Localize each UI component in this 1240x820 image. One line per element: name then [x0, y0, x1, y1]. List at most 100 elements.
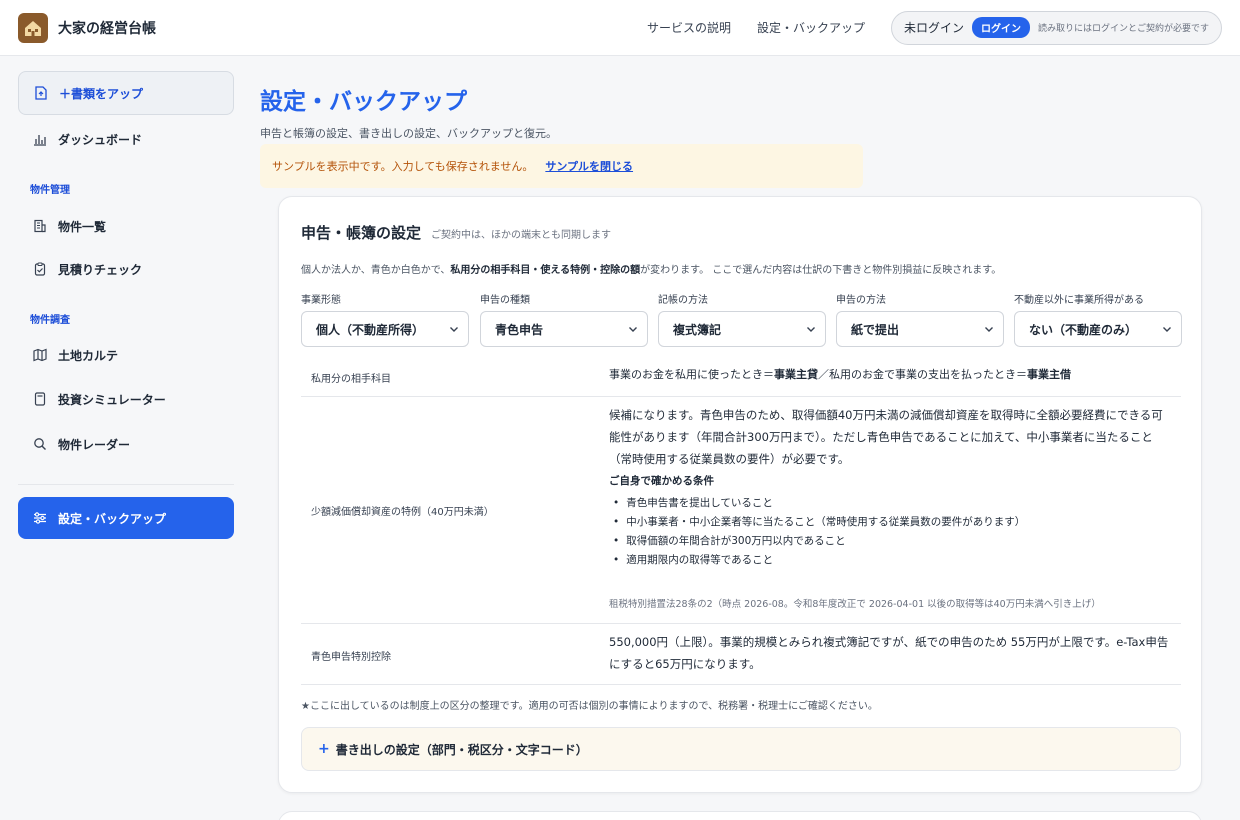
select-value: ない（不動産のみ） [1029, 322, 1138, 337]
row-label: 少額減価償却資産の特例（40万円未満） [311, 507, 494, 518]
chevron-down-icon [807, 327, 815, 332]
sidebar-item-radar[interactable]: 物件レーダー [18, 424, 234, 464]
plus-icon: + [318, 741, 330, 757]
row-value: 550,000円（上限）。事業的規模とみられ複式簿記ですが、紙での申告のため 5… [609, 635, 1169, 671]
row-text: ／私用のお金で事業の支出を払ったとき＝ [818, 368, 1027, 381]
sidebar-item-land-karte[interactable]: 土地カルテ [18, 335, 234, 375]
sidebar-item-label: 物件レーダー [58, 437, 131, 452]
page-subtitle: 申告と帳簿の設定、書き出しの設定、バックアップと復元。 [260, 127, 557, 140]
export-settings-label: 書き出しの設定（部門・税区分・文字コード） [335, 742, 588, 757]
app-title: 大家の経営台帳 [58, 20, 156, 37]
section-label-property: 物件管理 [30, 185, 70, 196]
other-business-select[interactable]: ない（不動産のみ） [1014, 311, 1182, 347]
row-value: 候補になります。青色申告のため、取得価額40万円未満の減価償却資産を取得時に全額… [609, 404, 1169, 570]
row-private-account: 私用分の相手科目 事業のお金を私用に使ったとき＝事業主貸／私用のお金で事業の支出… [301, 355, 1181, 397]
row-blue-deduction: 青色申告特別控除 550,000円（上限）。事業的規模とみられ複式簿記ですが、紙… [301, 624, 1181, 685]
sidebar-item-label: 見積りチェック [58, 262, 143, 277]
footnote: ★ここに出しているのは制度上の区分の整理です。適用の可否は個別の事情によりますの… [301, 701, 878, 712]
bookkeeping-select[interactable]: 複式簿記 [658, 311, 826, 347]
page-title: 設定・バックアップ [260, 89, 467, 115]
row-text: 事業のお金を私用に使ったとき＝ [609, 368, 774, 381]
top-nav: サービスの説明 設定・バックアップ 未ログイン ログイン 読み取りにはログインと… [647, 10, 1222, 45]
desc-text: 個人か法人か、青色か白色かで、 [301, 265, 451, 276]
sample-notice: サンプルを表示中です。入力しても保存されません。 サンプルを閉じる [260, 144, 863, 188]
document-icon [33, 85, 49, 101]
card-description: 個人か法人か、青色か白色かで、私用分の相手科目・使える特例・控除の額が変わります… [301, 261, 1001, 276]
sidebar-item-estimate-check[interactable]: 見積りチェック [18, 249, 234, 289]
chevron-down-icon [1163, 327, 1171, 332]
nav-link-service[interactable]: サービスの説明 [647, 19, 731, 36]
search-icon [32, 436, 48, 452]
card-title: 申告・帳簿の設定 [301, 224, 422, 242]
field-label: 不動産以外に事業所得がある [1014, 295, 1144, 306]
sidebar-item-label: 土地カルテ [58, 348, 119, 363]
row-bold: 事業主貸 [774, 368, 818, 381]
chevron-down-icon [985, 327, 993, 332]
sidebar: ＋書類をアップ ダッシュボード 物件管理 物件一覧 見積りチェック 物件調査 土… [0, 56, 248, 820]
sidebar-item-label: 物件一覧 [58, 219, 107, 234]
chevron-down-icon [629, 327, 637, 332]
filing-type-select[interactable]: 青色申告 [480, 311, 648, 347]
sidebar-item-label: ダッシュボード [58, 132, 143, 147]
submission-select[interactable]: 紙で提出 [836, 311, 1004, 347]
field-business-type: 事業形態 個人（不動産所得） [301, 291, 469, 347]
clipboard-check-icon [32, 261, 48, 277]
field-filing-type: 申告の種類 青色申告 [480, 291, 648, 347]
close-sample-link[interactable]: サンプルを閉じる [545, 158, 633, 174]
section-label-research: 物件調査 [30, 315, 70, 326]
sync-note: ご契約中は、ほかの端末とも同期します [431, 230, 612, 241]
sidebar-item-simulator[interactable]: 投資シミュレーター [18, 379, 234, 419]
export-settings-toggle[interactable]: + 書き出しの設定（部門・税区分・文字コード） [301, 727, 1181, 771]
desc-bold: 私用分の相手科目・使える特例・控除の額 [450, 265, 641, 276]
conditions-title: ご自身で確かめる条件 [609, 475, 714, 487]
sidebar-item-property-list[interactable]: 物件一覧 [18, 206, 234, 246]
filing-settings-card: 申告・帳簿の設定 ご契約中は、ほかの端末とも同期します 個人か法人か、青色か白色… [278, 196, 1202, 793]
upload-documents-label: ＋書類をアップ [59, 86, 144, 101]
conditions-list: 青色申告書を提出していること 中小事業者・中小企業者等に当たること（常時使用する… [609, 494, 1169, 570]
sliders-icon [32, 510, 48, 526]
login-pill: 未ログイン ログイン 読み取りにはログインとご契約が必要です [890, 10, 1222, 45]
desc-text: が変わります。 ここで選んだ内容は仕訳の下書きと物件別損益に反映されます。 [640, 265, 1002, 276]
sidebar-divider [18, 484, 234, 485]
login-note: 読み取りにはログインとご契約が必要です [1037, 24, 1209, 34]
sidebar-item-dashboard[interactable]: ダッシュボード [18, 119, 234, 159]
field-submission: 申告の方法 紙で提出 [836, 291, 1004, 347]
select-value: 紙で提出 [851, 322, 900, 337]
select-value: 青色申告 [495, 322, 544, 337]
field-bookkeeping: 記帳の方法 複式簿記 [658, 291, 826, 347]
row-bold: 事業主借 [1027, 368, 1071, 381]
sidebar-item-label: 設定・バックアップ [58, 511, 167, 526]
field-label: 事業形態 [301, 295, 341, 306]
login-status: 未ログイン [903, 21, 964, 35]
row-value: 事業のお金を私用に使ったとき＝事業主貸／私用のお金で事業の支出を払ったとき＝事業… [609, 364, 1169, 386]
sidebar-item-label: 投資シミュレーター [58, 392, 166, 407]
map-icon [32, 347, 48, 363]
row-label: 私用分の相手科目 [311, 374, 391, 385]
list-item: 適用期限内の取得等であること [609, 551, 1169, 570]
legal-source: 租税特別措置法28条の2（時点 2026-08。令和8年度改正で 2026-04… [609, 599, 1101, 610]
business-type-select[interactable]: 個人（不動産所得） [301, 311, 469, 347]
field-label: 申告の方法 [836, 295, 886, 306]
house-logo-icon [18, 12, 48, 43]
sidebar-item-settings[interactable]: 設定・バックアップ [18, 497, 234, 539]
top-bar: 大家の経営台帳 サービスの説明 設定・バックアップ 未ログイン ログイン 読み取… [0, 0, 1240, 56]
chevron-down-icon [450, 327, 458, 332]
card-header: 申告・帳簿の設定 ご契約中は、ほかの端末とも同期します [301, 222, 611, 243]
nav-link-settings[interactable]: 設定・バックアップ [757, 19, 865, 36]
small-asset-text: 候補になります。青色申告のため、取得価額40万円未満の減価償却資産を取得時に全額… [609, 408, 1163, 466]
login-button[interactable]: ログイン [971, 17, 1030, 38]
notice-text: サンプルを表示中です。入力しても保存されません。 [272, 160, 534, 173]
next-card [278, 811, 1202, 820]
row-label: 青色申告特別控除 [311, 652, 391, 663]
upload-documents-button[interactable]: ＋書類をアップ [18, 71, 234, 115]
list-item: 青色申告書を提出していること [609, 494, 1169, 513]
field-label: 記帳の方法 [658, 295, 708, 306]
bar-chart-icon [32, 131, 48, 147]
building-icon [32, 218, 48, 234]
field-other-business: 不動産以外に事業所得がある ない（不動産のみ） [1014, 291, 1182, 347]
select-value: 個人（不動産所得） [316, 322, 425, 337]
field-label: 申告の種類 [480, 295, 530, 306]
select-value: 複式簿記 [673, 322, 722, 337]
calculator-icon [32, 391, 48, 407]
list-item: 取得価額の年間合計が300万円以内であること [609, 532, 1169, 551]
